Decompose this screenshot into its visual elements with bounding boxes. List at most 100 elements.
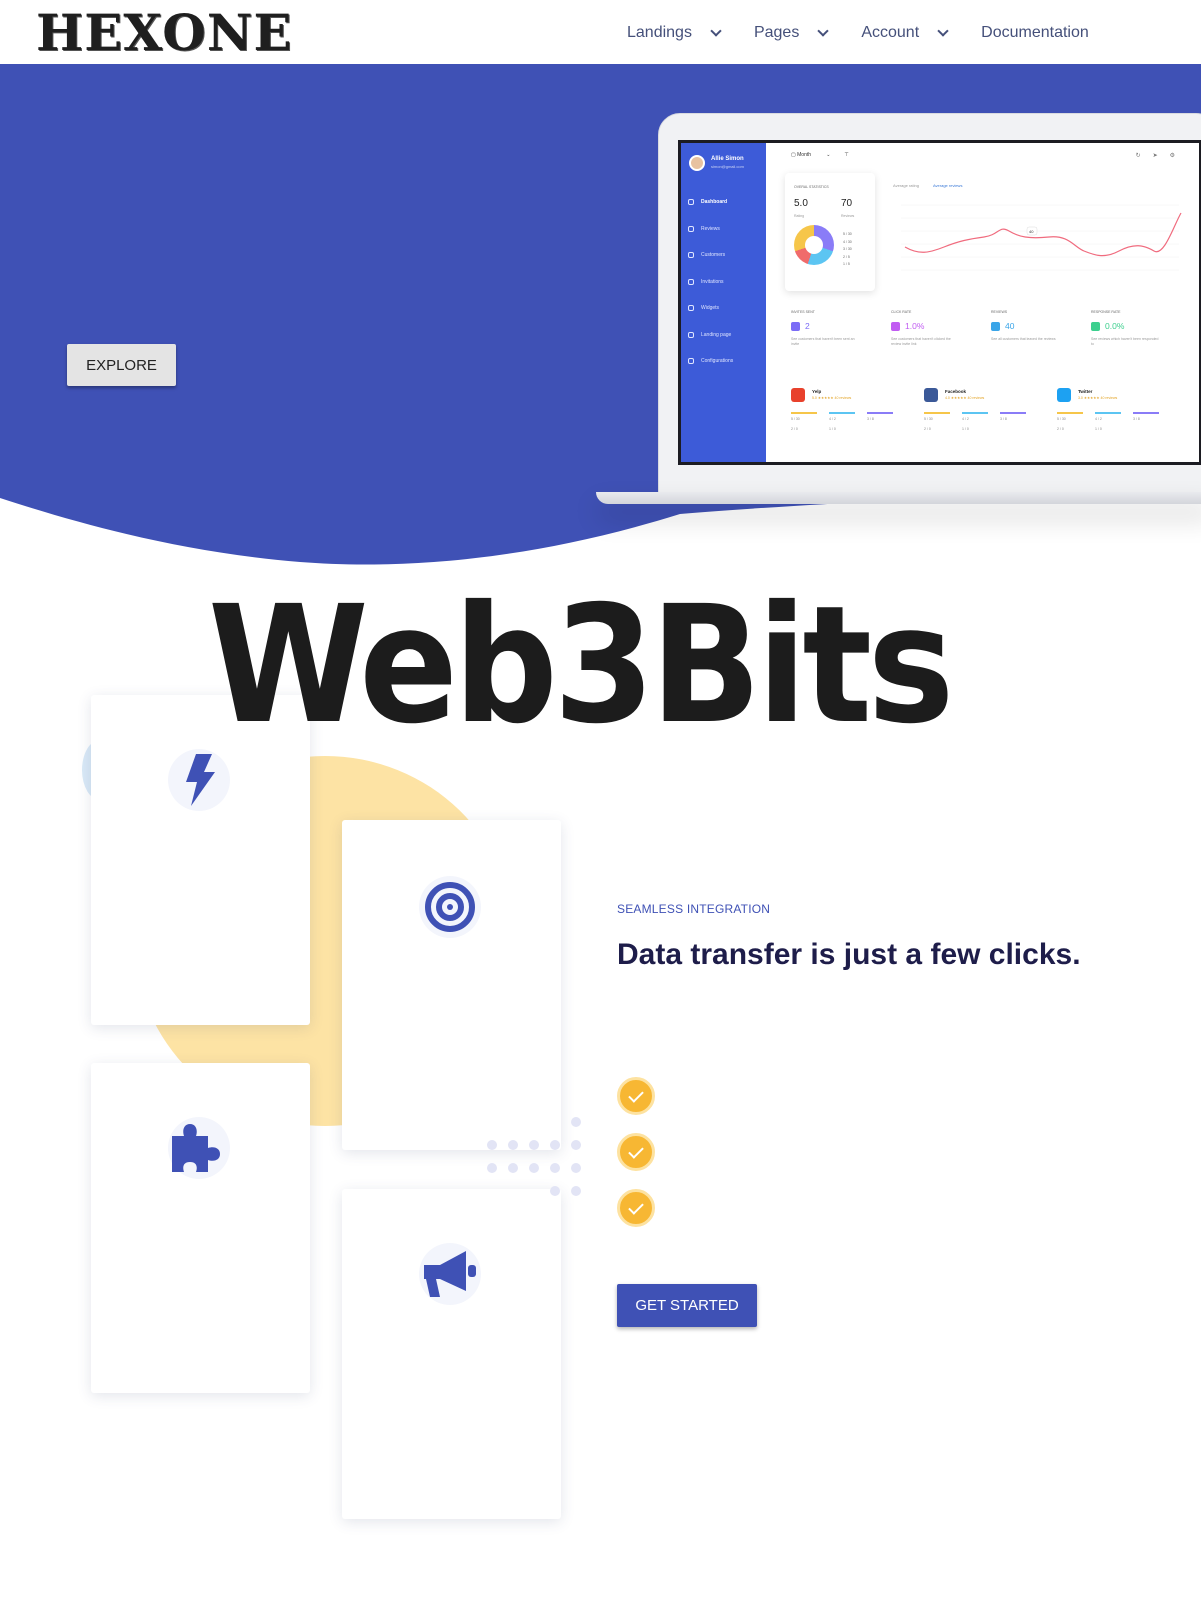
metric-text: See reviews which haven't been responded… xyxy=(1091,337,1159,346)
bar-label: 5 / 30 xyxy=(1057,417,1066,421)
nav-item-account[interactable]: Account xyxy=(861,24,949,42)
nav-item-pages[interactable]: Pages xyxy=(753,24,829,42)
rating-label: Rating xyxy=(794,214,805,218)
dashboard-metrics: Invites sent 2 See customers that haven'… xyxy=(791,310,1191,347)
laptop-base xyxy=(596,492,1201,504)
metric-reviews: Reviews 40 See all customers that leaved… xyxy=(991,310,1091,347)
user-name: Allie Simon xyxy=(711,156,744,162)
bar-label: 2 / 0 xyxy=(924,427,931,431)
bar-label: 3 / 8 xyxy=(867,417,874,421)
dash-menu-label: Reviews xyxy=(701,225,720,232)
bar-label: 4 / 2 xyxy=(962,417,969,421)
target-icon xyxy=(425,882,475,932)
feature-icon-wrap xyxy=(419,1243,481,1305)
metric-text: See all customers that leaved the review… xyxy=(991,337,1056,341)
social-name: Twitter xyxy=(1078,389,1093,394)
facebook-icon xyxy=(924,388,938,402)
nav-item-documentation[interactable]: Documentation xyxy=(981,24,1089,42)
metric-invites: Invites sent 2 See customers that haven'… xyxy=(791,310,891,347)
chevron-down-icon xyxy=(937,24,949,37)
get-started-button[interactable]: GET STARTED xyxy=(617,1284,757,1327)
donut-legend: 5 / 30 4 / 30 3 / 30 2 / 5 1 / 5 xyxy=(843,231,852,269)
social-yelp: Yelp 5.0 ★★★★★ 40 reviews 5 / 30 2 / 0 4 /… xyxy=(791,388,924,437)
dash-menu-label: Invitations xyxy=(701,278,724,285)
nav-item-label: Documentation xyxy=(981,24,1089,41)
chevron-down-icon xyxy=(817,24,829,37)
yelp-icon xyxy=(791,388,805,402)
section-headline: Data transfer is just a few clicks. xyxy=(617,938,1081,971)
section-eyebrow: SEAMLESS INTEGRATION xyxy=(617,902,771,916)
overall-stats-card: Overal statistics 5.0 Rating 70 Reviews … xyxy=(785,173,875,291)
dash-menu-label: Dashboard xyxy=(701,199,728,206)
brand-logo[interactable]: HEXONE xyxy=(36,6,293,60)
metric-value: 40 xyxy=(1005,321,1015,331)
social-rating: 5.0 ★★★★★ 40 reviews xyxy=(812,396,852,400)
dashboard-socials: Yelp 5.0 ★★★★★ 40 reviews 5 / 30 2 / 0 4 /… xyxy=(791,388,1199,437)
legend-item: 1 / 5 xyxy=(843,262,850,266)
reviews-value: 70 xyxy=(841,198,853,209)
legend-item: 3 / 30 xyxy=(843,247,852,251)
legend-item: 4 / 30 xyxy=(843,239,852,244)
chart-point-label: 40 xyxy=(1029,229,1034,234)
dash-menu-label: Widgets xyxy=(701,305,720,312)
dashboard-user: Allie Simon simon@gmail.com xyxy=(689,155,744,171)
social-rating: 3.0 ★★★★★ 40 reviews xyxy=(1078,396,1118,400)
dashboard-user-name: Allie Simon simon@gmail.com xyxy=(711,155,744,171)
metric-text: See customers that haven't clicked the r… xyxy=(891,337,951,346)
dash-menu-item: Customers xyxy=(688,242,733,269)
nav-item-label: Account xyxy=(861,24,920,41)
nav-item-landings[interactable]: Landings xyxy=(627,24,722,42)
social-twitter: Twitter 3.0 ★★★★★ 40 reviews 5 / 30 2 / 0 … xyxy=(1057,388,1190,437)
social-rating: 4.0 ★★★★★ 40 reviews xyxy=(945,396,985,400)
nav-menu: Landings Pages Account Documentation xyxy=(627,20,1089,46)
dash-period-select: ▢ Month ⌄ ⊤ xyxy=(791,152,849,158)
nav-item-label: Pages xyxy=(753,24,800,41)
metric-value: 0.0% xyxy=(1105,321,1125,331)
metric-text: See customers that haven't been sent an … xyxy=(791,337,855,346)
bar-label: 5 / 30 xyxy=(924,417,933,421)
dash-menu-item: Dashboard xyxy=(688,189,733,216)
metric-value: 2 xyxy=(805,321,810,331)
chart-tab-active: Average reviews xyxy=(932,183,963,188)
metric-caption: Reviews xyxy=(991,310,1008,314)
bar-label: 1 / 0 xyxy=(1095,427,1102,431)
bar-label: 2 / 0 xyxy=(1057,427,1064,431)
metric-caption: Invites sent xyxy=(791,310,815,314)
chart-tab: Average rating xyxy=(893,183,919,188)
check-icon xyxy=(617,1077,655,1115)
bar-label: 5 / 30 xyxy=(791,417,800,421)
dashboard-sidebar: Allie Simon simon@gmail.com Dashboard Re… xyxy=(681,143,766,462)
check-icon xyxy=(617,1133,655,1171)
bar-label: 3 / 8 xyxy=(1000,417,1007,421)
feature-card xyxy=(342,1189,561,1519)
social-name: Yelp xyxy=(812,389,822,394)
feature-icon-wrap xyxy=(419,876,481,938)
bar-label: 1 / 0 xyxy=(829,427,836,431)
bar-label: 4 / 2 xyxy=(1095,417,1102,421)
avatar xyxy=(689,155,705,171)
megaphone-icon xyxy=(424,1251,476,1297)
top-navbar: HEXONE Landings Pages Account Documentat… xyxy=(0,0,1201,64)
landing-page: HEXONE Landings Pages Account Documentat… xyxy=(0,0,1201,1601)
social-facebook: Facebook 4.0 ★★★★★ 40 reviews 5 / 30 2 / 0… xyxy=(924,388,1057,437)
reviews-label: Reviews xyxy=(841,214,855,218)
puzzle-icon xyxy=(172,1124,220,1172)
explore-button[interactable]: EXPLORE xyxy=(67,344,176,386)
rating-value: 5.0 xyxy=(794,198,808,209)
dash-menu-label: Configurations xyxy=(701,358,734,365)
dashboard-screenshot: Allie Simon simon@gmail.com Dashboard Re… xyxy=(678,140,1201,465)
social-name: Facebook xyxy=(945,389,967,394)
rating-donut-chart xyxy=(794,225,834,265)
metric-value: 1.0% xyxy=(905,321,925,331)
dash-toolbar-icons: ↻➤⚙ xyxy=(1135,153,1187,159)
feature-icon-wrap xyxy=(168,1117,230,1179)
dash-menu-item: Landing page xyxy=(688,322,733,349)
user-email: simon@gmail.com xyxy=(711,164,744,169)
nav-item-label: Landings xyxy=(627,24,692,41)
reviews-line-chart: 40 xyxy=(901,204,1182,271)
metric-caption: Click rate xyxy=(891,310,912,314)
dash-menu-label: Customers xyxy=(701,252,726,259)
bar-label: 1 / 0 xyxy=(962,427,969,431)
feature-card xyxy=(342,820,561,1150)
bar-label: 3 / 8 xyxy=(1133,417,1140,421)
